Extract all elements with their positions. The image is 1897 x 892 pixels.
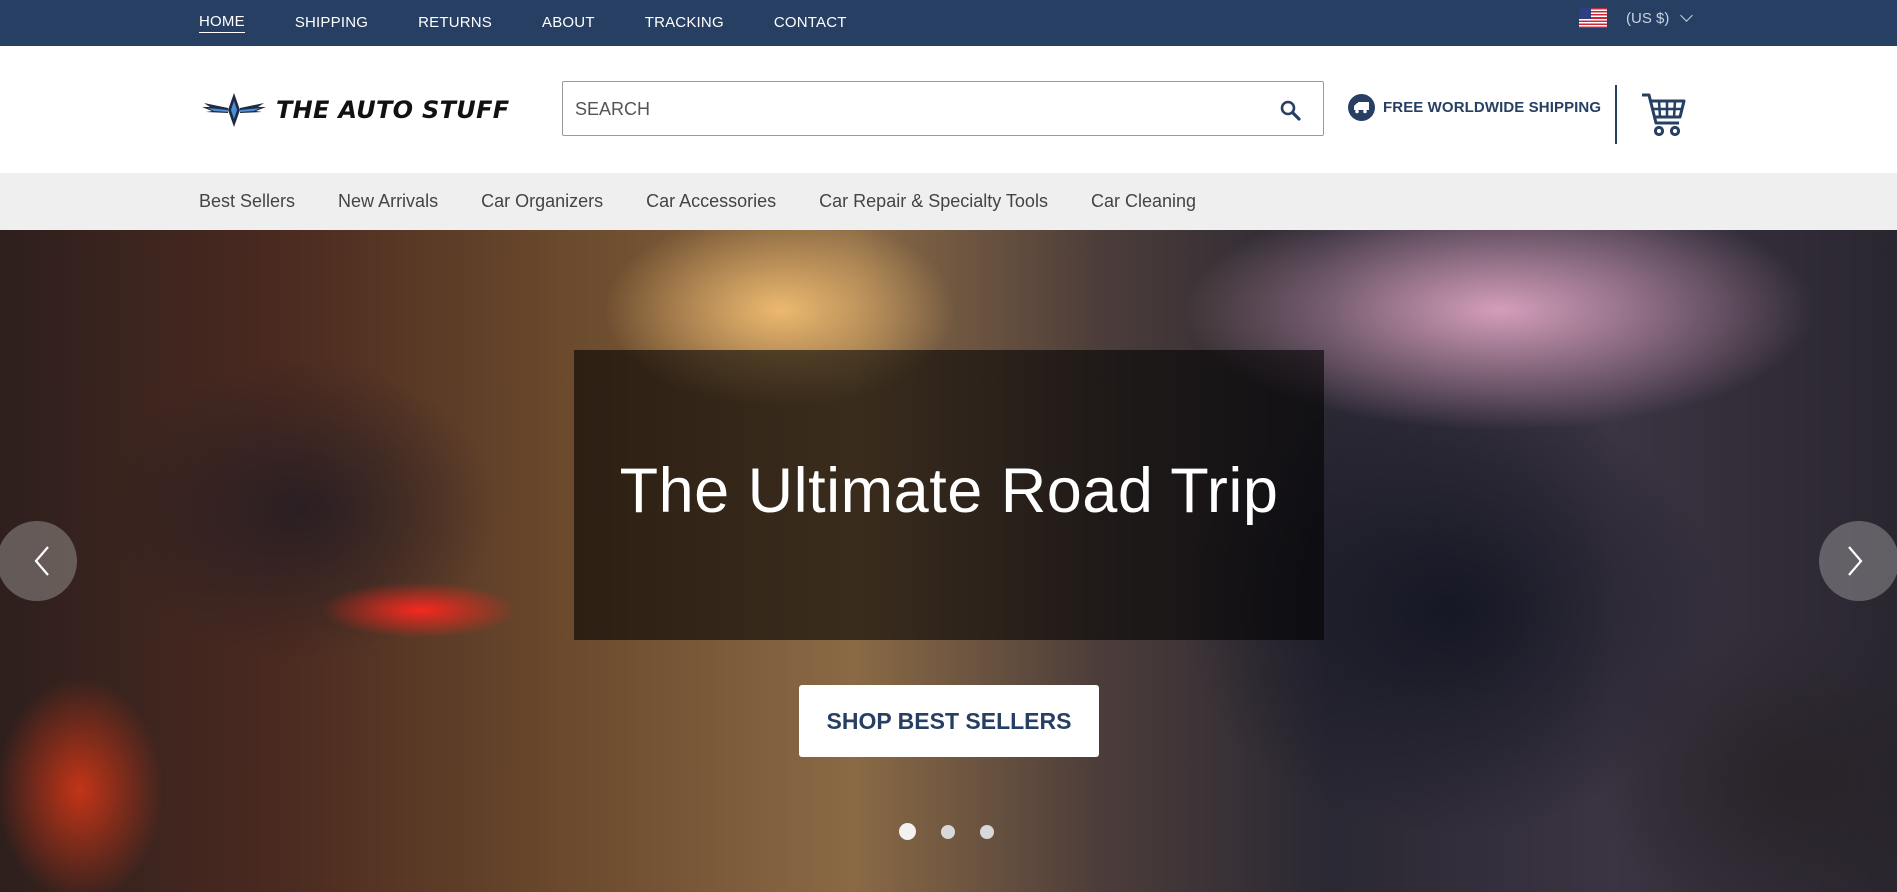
free-shipping-text: FREE WORLDWIDE SHIPPING bbox=[1383, 99, 1602, 116]
chevron-right-icon bbox=[1848, 546, 1863, 576]
top-bar: HOME SHIPPING RETURNS ABOUT TRACKING CON… bbox=[0, 0, 1897, 46]
cart-icon[interactable] bbox=[1640, 87, 1686, 139]
header-divider bbox=[1615, 85, 1617, 144]
category-car-accessories[interactable]: Car Accessories bbox=[646, 191, 776, 212]
free-shipping-notice: FREE WORLDWIDE SHIPPING bbox=[1348, 94, 1601, 121]
slider-dot-2[interactable] bbox=[941, 824, 955, 839]
category-best-sellers[interactable]: Best Sellers bbox=[199, 191, 295, 212]
top-nav-tracking[interactable]: TRACKING bbox=[645, 14, 724, 33]
currency-selector[interactable]: (US $) bbox=[1579, 6, 1694, 30]
search-input[interactable] bbox=[575, 96, 1255, 122]
top-nav-shipping[interactable]: SHIPPING bbox=[295, 14, 368, 33]
category-nav: Best Sellers New Arrivals Car Organizers… bbox=[0, 173, 1897, 230]
logo-wing-icon bbox=[202, 93, 266, 127]
category-car-organizers[interactable]: Car Organizers bbox=[481, 191, 603, 212]
slider-dots bbox=[899, 823, 1019, 840]
slider-dot-1[interactable] bbox=[899, 823, 916, 840]
category-new-arrivals[interactable]: New Arrivals bbox=[338, 191, 438, 212]
hero-slider: The Ultimate Road Trip SHOP BEST SELLERS bbox=[0, 230, 1897, 892]
site-logo[interactable]: THE AUTO STUFF bbox=[200, 91, 509, 129]
category-car-repair-tools[interactable]: Car Repair & Specialty Tools bbox=[819, 191, 1048, 212]
search-box bbox=[562, 81, 1324, 136]
hero-title: The Ultimate Road Trip bbox=[619, 456, 1279, 526]
category-list: Best Sellers New Arrivals Car Organizers… bbox=[199, 173, 1239, 230]
top-nav: HOME SHIPPING RETURNS ABOUT TRACKING CON… bbox=[199, 0, 897, 46]
top-nav-returns[interactable]: RETURNS bbox=[418, 14, 492, 33]
shop-best-sellers-button[interactable]: SHOP BEST SELLERS bbox=[799, 685, 1099, 757]
us-flag-icon bbox=[1579, 8, 1607, 28]
chevron-down-icon bbox=[1680, 9, 1694, 22]
slider-dot-3[interactable] bbox=[980, 824, 994, 839]
top-nav-home[interactable]: HOME bbox=[199, 13, 245, 33]
logo-text: THE AUTO STUFF bbox=[276, 96, 510, 124]
top-nav-about[interactable]: ABOUT bbox=[542, 14, 595, 33]
search-icon[interactable] bbox=[1279, 99, 1301, 121]
currency-label: (US $) bbox=[1626, 9, 1670, 27]
slider-next-button[interactable] bbox=[1819, 521, 1897, 601]
chevron-left-icon bbox=[34, 546, 49, 576]
site-header: THE AUTO STUFF FREE WORLDWIDE SHIPPING bbox=[0, 46, 1897, 173]
top-nav-contact[interactable]: CONTACT bbox=[774, 14, 847, 33]
truck-icon bbox=[1348, 94, 1375, 121]
slider-prev-button[interactable] bbox=[0, 521, 77, 601]
category-car-cleaning[interactable]: Car Cleaning bbox=[1091, 191, 1196, 212]
